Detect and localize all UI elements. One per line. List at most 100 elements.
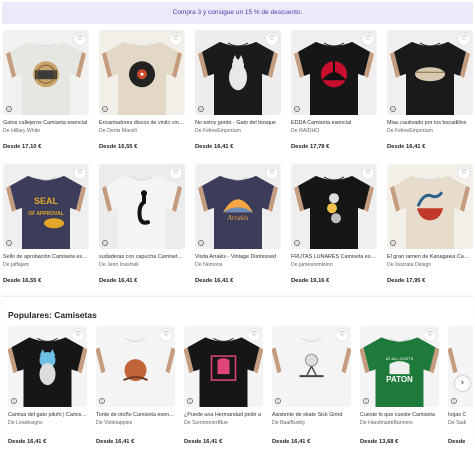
product-title[interactable]: Miau cautivado por los bocadillos (387, 120, 473, 126)
product-artist[interactable]: De FelineEmporium (387, 128, 473, 134)
info-icon[interactable]: i (390, 106, 396, 112)
product-title[interactable]: sudaderas con capucha Camiseta esencial (99, 254, 185, 260)
product-title[interactable]: Cueste lo que cueste Camiseta (360, 412, 439, 418)
product-title[interactable]: Gatos callejeros Camiseta esencial (3, 120, 89, 126)
product-title[interactable]: Visita Arrakis - Vintage Distressed (195, 254, 281, 260)
info-icon[interactable]: i (102, 106, 108, 112)
product-title[interactable]: Sello de aprobación Camiseta esencial (3, 254, 89, 260)
product-card[interactable]: ♡ i Asistente de skate Sick Grind De BaalBu… (272, 326, 351, 445)
product-artist[interactable]: De Denis Marsili (99, 128, 185, 134)
product-image[interactable]: ♡i (99, 30, 185, 115)
heart-icon[interactable]: ♡ (266, 33, 278, 45)
product-card[interactable]: ♡ i El gran ramen de Kanagawa Camiseta De I… (387, 164, 473, 284)
heart-icon[interactable]: ♡ (336, 329, 348, 341)
heart-icon[interactable]: ♡ (458, 33, 470, 45)
info-icon[interactable]: i (198, 106, 204, 112)
product-artist[interactable]: De Jenn Inashvili (99, 262, 185, 268)
product-image[interactable]: AT ALL COSTS PATON ♡ i (360, 326, 439, 407)
product-image[interactable]: ♡i (99, 164, 185, 249)
product-card[interactable]: ♡ i Tonte de otoño Camiseta esencial De Vio… (96, 326, 175, 445)
product-artist[interactable]: De HandmadeBanners (360, 420, 439, 426)
info-icon[interactable]: i (99, 398, 105, 404)
product-title[interactable]: El gran ramen de Kanagawa Camiseta (387, 254, 473, 260)
product-image[interactable]: ♡i (272, 326, 351, 407)
product-image[interactable]: ♡i (291, 30, 377, 115)
heart-icon[interactable]: ♡ (72, 329, 84, 341)
product-image[interactable]: SEAL OF APPROVAL ♡ i (3, 164, 89, 249)
info-icon[interactable]: i (198, 240, 204, 246)
product-card[interactable]: ♡ i Gatos callejeros Camiseta esencial De H… (3, 30, 89, 150)
info-icon[interactable]: i (6, 240, 12, 246)
heart-icon[interactable]: ♡ (74, 167, 86, 179)
heart-icon[interactable]: ♡ (170, 167, 182, 179)
info-icon[interactable]: i (6, 106, 12, 112)
product-artist[interactable]: De Hillary White (3, 128, 89, 134)
product-image[interactable]: ♡i (291, 164, 377, 249)
product-card[interactable]: ♡ i Camisa del gato pitufo | Camiseta De Le… (8, 326, 87, 445)
product-price: Desde 16,41 € (8, 439, 47, 445)
product-card[interactable]: SEAL OF APPROVAL ♡ i Sello de aprobación Ca… (3, 164, 89, 284)
info-icon[interactable]: i (294, 240, 300, 246)
product-card[interactable]: ♡ i Encantadores discos de vinilo vintage D… (99, 30, 185, 150)
heart-icon[interactable]: ♡ (266, 167, 278, 179)
product-image[interactable]: ♡i (184, 326, 263, 407)
product-artist[interactable]: De Violetapples (96, 420, 175, 426)
heart-icon[interactable]: ♡ (170, 33, 182, 45)
product-card[interactable]: AT ALL COSTS PATON ♡ i Cueste lo que cueste… (360, 326, 439, 445)
product-image[interactable]: ♡i (8, 326, 87, 407)
promo-banner[interactable]: Compra 3 y consigue un 15 % de descuento… (2, 2, 473, 24)
product-card[interactable]: ♡ i No estoy gordo - Gato del bosque De Fel… (195, 30, 281, 150)
heart-icon[interactable]: ♡ (362, 167, 374, 179)
product-image[interactable]: ♡i (195, 30, 281, 115)
info-icon[interactable]: i (294, 106, 300, 112)
product-artist[interactable]: De Nemons (195, 262, 281, 268)
chevron-right-icon[interactable]: › (455, 376, 470, 391)
product-title[interactable]: EDDA Camiseta esencial (291, 120, 377, 126)
product-card[interactable]: ♡ i ¿Puede una Hermandad pedir a De Summone… (184, 326, 263, 445)
product-title[interactable]: hojas C (448, 412, 473, 418)
product-title[interactable]: Asistente de skate Sick Grind (272, 412, 351, 418)
product-artist[interactable]: De Ilustrata Design (387, 262, 473, 268)
info-icon[interactable]: i (102, 240, 108, 246)
info-icon[interactable]: i (275, 398, 281, 404)
product-title[interactable]: No estoy gordo - Gato del bosque (195, 120, 281, 126)
product-title[interactable]: Encantadores discos de vinilo vintage (99, 120, 185, 126)
heart-icon[interactable]: ♡ (74, 33, 86, 45)
product-title[interactable]: Tonte de otoño Camiseta esencial (96, 412, 175, 418)
product-artist[interactable]: De Sadi (448, 420, 473, 426)
promo-text: Compra 3 y consigue un 15 % de descuento… (172, 9, 303, 16)
product-price: Desde (448, 439, 466, 445)
product-image[interactable]: ♡i (3, 30, 89, 115)
product-image[interactable]: ♡i (387, 30, 473, 115)
info-icon[interactable]: i (187, 398, 193, 404)
product-title[interactable]: Camisa del gato pitufo | Camiseta (8, 412, 87, 418)
product-image[interactable]: ♡i (96, 326, 175, 407)
product-image[interactable]: Arrakis ♡ i (195, 164, 281, 249)
info-icon[interactable]: i (11, 398, 17, 404)
heart-icon[interactable]: ♡ (424, 329, 436, 341)
product-card[interactable]: ♡ i EDDA Camiseta esencial De RAIDHO Desde 1… (291, 30, 377, 150)
product-artist[interactable]: De BaalBuddy (272, 420, 351, 426)
product-image[interactable]: ♡i (448, 326, 473, 407)
info-icon[interactable]: i (390, 240, 396, 246)
heart-icon[interactable]: ♡ (248, 329, 260, 341)
product-artist[interactable]: De jaffajam (3, 262, 89, 268)
info-icon[interactable]: i (451, 398, 457, 404)
product-title[interactable]: FRUTAS LUNARES Camiseta esencial (291, 254, 377, 260)
product-card[interactable]: ♡ i FRUTAS LUNARES Camiseta esencial De jam… (291, 164, 377, 284)
svg-text:SEAL: SEAL (34, 196, 59, 206)
product-title[interactable]: ¿Puede una Hermandad pedir a (184, 412, 263, 418)
heart-icon[interactable]: ♡ (160, 329, 172, 341)
product-artist[interactable]: De Leadesigns (8, 420, 87, 426)
product-card[interactable]: Arrakis ♡ i Visita Arrakis - Vintage Distr… (195, 164, 281, 284)
product-artist[interactable]: De RAIDHO (291, 128, 377, 134)
info-icon[interactable]: i (363, 398, 369, 404)
product-artist[interactable]: De SummonerBlue (184, 420, 263, 426)
heart-icon[interactable]: ♡ (458, 167, 470, 179)
product-card[interactable]: ♡isudaderas con capucha Camiseta esencia… (99, 164, 185, 284)
heart-icon[interactable]: ♡ (362, 33, 374, 45)
product-artist[interactable]: De FelineEmporium (195, 128, 281, 134)
product-image[interactable]: ♡i (387, 164, 473, 249)
product-artist[interactable]: De jamesormiston (291, 262, 377, 268)
product-card[interactable]: ♡ i Miau cautivado por los bocadillos De Fe… (387, 30, 473, 150)
